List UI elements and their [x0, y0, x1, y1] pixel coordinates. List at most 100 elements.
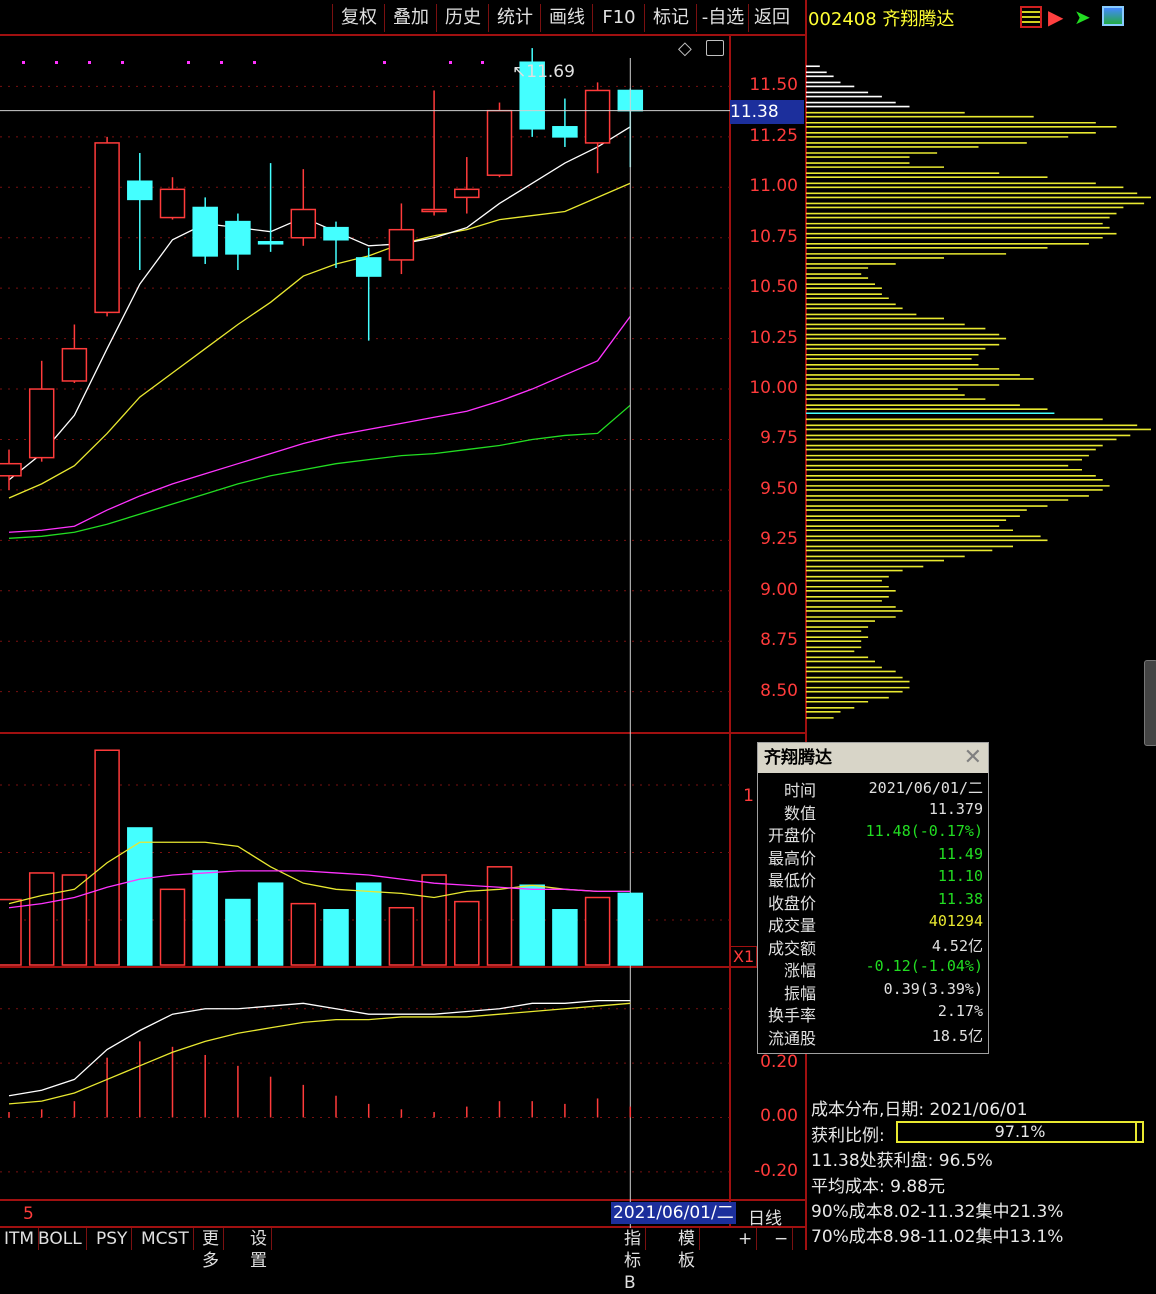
bottom-right-control-0[interactable]: 指标B	[620, 1228, 646, 1293]
popup-row: 成交额 4.52亿	[758, 935, 986, 958]
signal-dot-6	[253, 61, 256, 64]
popup-row: 成交量 401294	[758, 912, 986, 935]
candle-body-8	[257, 241, 284, 245]
signal-dot-1	[55, 61, 58, 64]
popup-row-key: 最低价	[767, 871, 816, 890]
signal-dot-3	[121, 61, 124, 64]
candle-2	[61, 324, 88, 383]
price-tick-0: 11.50	[749, 75, 798, 96]
volume-bar-9	[290, 902, 317, 966]
volume-bar-4	[127, 827, 153, 966]
candle-body-17	[552, 126, 578, 138]
candle-1	[28, 360, 55, 462]
bottom-tab-4[interactable]: 更多	[198, 1228, 224, 1271]
macd-tick-1: 0.00	[760, 1106, 798, 1127]
price-tick-6: 10.00	[749, 378, 798, 399]
volume-bar-16	[519, 884, 545, 966]
candle-body-18	[584, 89, 611, 144]
close-icon[interactable]: ✕	[964, 743, 982, 773]
bottom-right-control-1[interactable]: 模 板	[674, 1228, 700, 1271]
profit-ratio-bar: 97.1%	[896, 1121, 1144, 1143]
high-marker-arrow-icon: ↖	[512, 62, 527, 82]
candle-body-14	[454, 188, 480, 199]
toolbar-icons: ▶ ➤	[1020, 6, 1130, 30]
volume-bar-17	[552, 909, 578, 966]
popup-row-key: 数值	[783, 803, 816, 823]
volume-bar-6	[192, 870, 218, 966]
popup-row-value: 11.379	[928, 799, 983, 818]
bottom-tab-1[interactable]: BOLL	[34, 1228, 87, 1250]
volume-bar-15	[486, 866, 513, 966]
popup-row: 振幅 0.39(3.39%)	[758, 979, 986, 1003]
ma60-line	[8, 404, 631, 539]
popup-row-value: 0.39(3.39%)	[883, 979, 983, 998]
candle-body-9	[290, 208, 317, 239]
price-tick-5: 10.25	[749, 327, 798, 348]
popup-row: 最低价 11.10	[758, 867, 986, 890]
profit-ratio-value: 97.1%	[994, 1122, 1046, 1141]
volume-bar-12	[388, 906, 415, 966]
data-popup: 齐翔腾达 ✕ 时间 2021/06/01/二 数值 11.379 开盘价 11.48(-0…	[757, 742, 989, 1054]
popup-row: 最高价 11.49	[758, 844, 986, 868]
popup-row-key: 时间	[783, 781, 816, 800]
cost-70-line: 70%成本8.98-11.02集中13.1%	[811, 1227, 1064, 1247]
candle-5	[159, 177, 186, 220]
candle-body-12	[388, 228, 415, 261]
price-tick-4: 10.50	[749, 277, 798, 298]
bottom-tab-5[interactable]: 设置	[246, 1228, 272, 1271]
signal-dot-8	[449, 61, 452, 64]
candle-10	[323, 221, 349, 268]
popup-row-value: 4.52亿	[931, 936, 983, 955]
period-label[interactable]: 日线	[748, 1204, 782, 1229]
green-flag-icon[interactable]: ➤	[1074, 6, 1091, 28]
candle-body-13	[421, 208, 447, 213]
cost-90-line: 90%成本8.02-11.32集中21.3%	[811, 1202, 1064, 1222]
image-icon[interactable]	[1102, 6, 1124, 26]
candle-15	[486, 102, 513, 178]
volume-bar-7	[225, 898, 251, 966]
popup-row-value: 11.10	[937, 867, 983, 885]
signal-dot-9	[481, 61, 484, 64]
candle-9	[290, 169, 317, 246]
price-tick-10: 9.00	[760, 579, 798, 600]
bottom-right-control-2[interactable]: +	[734, 1228, 758, 1250]
popup-row-key: 换手率	[767, 1006, 816, 1025]
bottom-right-control-3[interactable]: −	[770, 1228, 794, 1250]
popup-row: 涨幅 -0.12(-1.04%)	[758, 957, 986, 980]
popup-row-key: 最高价	[767, 848, 816, 868]
popup-row-value: 401294	[928, 912, 983, 930]
chip-distribution-icon[interactable]	[1020, 6, 1042, 28]
candle-body-15	[486, 109, 513, 176]
candlestick-chart[interactable]	[0, 0, 806, 1228]
signal-dot-5	[220, 61, 223, 64]
bottom-tab-3[interactable]: MCST	[137, 1228, 194, 1250]
candle-body-11	[355, 257, 382, 277]
popup-row-value: 11.49	[937, 844, 983, 863]
candle-13	[421, 90, 447, 216]
high-marker-value: 11.69	[526, 62, 575, 82]
signal-dot-4	[187, 61, 190, 64]
candle-4	[127, 153, 153, 271]
popup-row: 流通股 18.5亿	[758, 1025, 986, 1048]
price-tick-9: 9.25	[760, 529, 798, 550]
candle-7	[225, 213, 251, 271]
popup-row-value: 11.48(-0.17%)	[865, 822, 983, 840]
volume-bar-5	[159, 888, 186, 966]
average-cost-line: 平均成本: 9.88元	[811, 1177, 945, 1197]
bottom-tab-2[interactable]: PSY	[92, 1228, 133, 1250]
volume-bar-0	[0, 898, 22, 966]
candle-body-1	[28, 388, 55, 459]
candle-14	[454, 157, 480, 214]
profit-at-price-line: 11.38处获利盘: 96.5%	[811, 1151, 993, 1171]
price-tick-8: 9.50	[760, 478, 798, 499]
signal-dot-0	[22, 61, 25, 64]
popup-row-key: 振幅	[783, 983, 816, 1003]
popup-row: 数值 11.379	[758, 799, 986, 823]
popup-title-bar: 齐翔腾达 ✕	[758, 743, 988, 773]
red-flag-icon[interactable]: ▶	[1048, 6, 1063, 28]
volume-multiplier[interactable]: X1	[730, 946, 758, 967]
popup-row: 开盘价 11.48(-0.17%)	[758, 822, 986, 845]
candle-18	[584, 82, 611, 174]
popup-row-key: 涨幅	[783, 961, 816, 980]
candle-body-6	[192, 206, 218, 257]
